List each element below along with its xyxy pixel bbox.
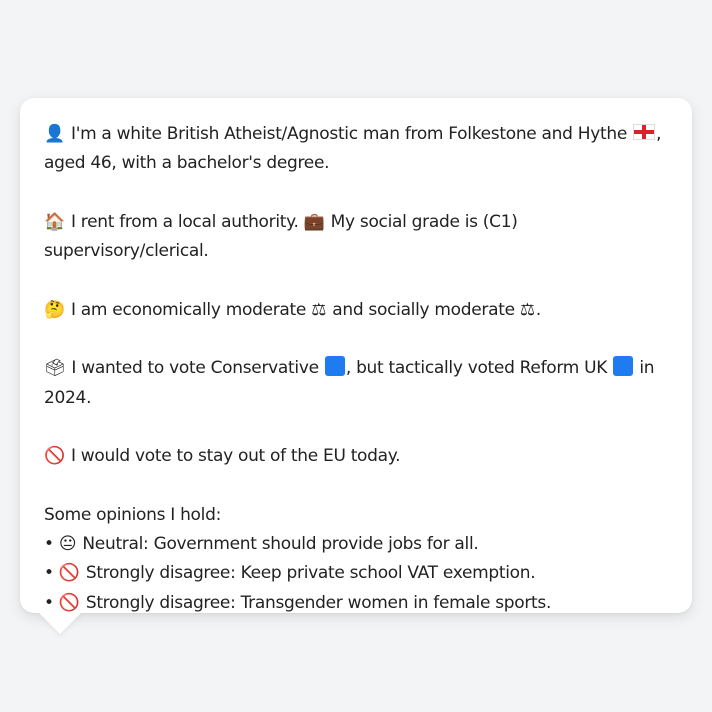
opinion-text: Strongly disagree: Transgender women in … <box>85 592 552 613</box>
identity-text: I'm a white British Atheist/Agnostic man… <box>70 124 627 144</box>
thinking-face-icon: 🤔 <box>44 299 65 320</box>
balance-scale-icon: ⚖ <box>519 299 535 320</box>
opinion-text: Strongly disagree: Keep private school V… <box>85 563 536 584</box>
identity-comma: , <box>656 124 662 144</box>
housing-paragraph: 🏠 I rent from a local authority. 💼 My so… <box>44 208 672 267</box>
reform-uk-color-square-icon <box>613 356 634 377</box>
briefcase-icon: 💼 <box>303 211 325 232</box>
economic-position-text: I am economically moderate <box>70 299 307 320</box>
balance-scale-icon: ⚖ <box>311 299 327 320</box>
prohibited-icon: 🚫 <box>58 563 80 584</box>
profile-card: 👤 I'm a white British Atheist/Agnostic m… <box>20 98 692 613</box>
opinions-heading: Some opinions I hold: <box>44 504 221 525</box>
social-position-text: and socially moderate <box>332 299 515 320</box>
intended-vote-text: I wanted to vote Conservative <box>71 358 319 379</box>
profile-content: 👤 I'm a white British Atheist/Agnostic m… <box>44 120 672 618</box>
conservative-color-square-icon <box>324 356 345 377</box>
eu-text: I would vote to stay out of the EU today… <box>70 446 401 467</box>
person-silhouette-icon: 👤 <box>44 124 65 144</box>
speech-bubble-tail <box>38 612 82 634</box>
position-period: . <box>535 299 541 320</box>
neutral-face-icon: 😐 <box>58 534 77 555</box>
house-icon: 🏠 <box>44 211 65 232</box>
vote-year-text: 2024. <box>44 387 92 408</box>
bullet-marker: • <box>44 534 54 555</box>
identity-paragraph: 👤 I'm a white British Atheist/Agnostic m… <box>44 120 672 179</box>
ballot-box-icon: 🗳 <box>44 358 66 379</box>
vote-paragraph: 🗳 I wanted to vote Conservative , but ta… <box>44 354 672 413</box>
prohibited-icon: 🚫 <box>44 446 65 467</box>
identity-age-text: aged 46, with a bachelor's degree. <box>44 153 330 174</box>
political-position-paragraph: 🤔 I am economically moderate ⚖ and socia… <box>44 296 672 325</box>
eu-paragraph: 🚫 I would vote to stay out of the EU tod… <box>44 442 672 471</box>
opinion-item: • 🚫 Strongly disagree: Transgender women… <box>44 589 672 618</box>
opinion-item: • 🚫 Strongly disagree: Keep private scho… <box>44 559 672 588</box>
tactical-vote-text: , but tactically voted Reform UK <box>345 358 608 379</box>
housing-text: I rent from a local authority. <box>70 211 299 232</box>
opinion-text: Neutral: Government should provide jobs … <box>82 534 479 555</box>
bullet-marker: • <box>44 563 54 584</box>
vote-in-text: in <box>639 358 655 379</box>
opinion-item: • 😐 Neutral: Government should provide j… <box>44 530 672 559</box>
bullet-marker: • <box>44 592 54 613</box>
england-flag-icon <box>633 124 656 140</box>
